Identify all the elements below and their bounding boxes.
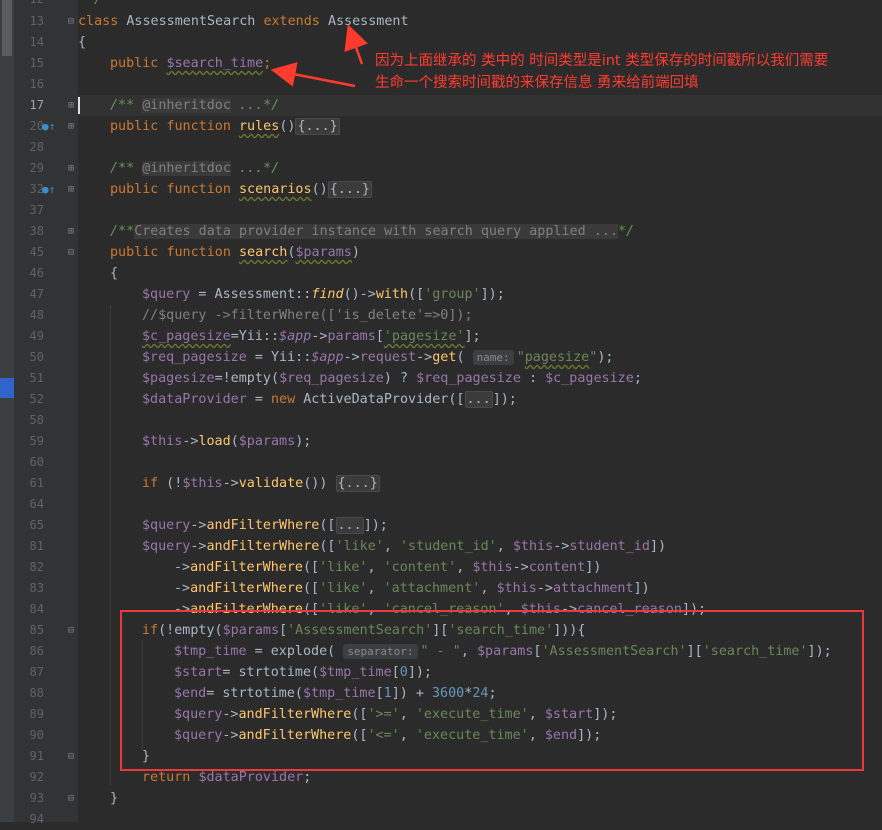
annotation-line-2: 生命一个搜索时间戳的来保存信息 勇来给前端回填 (375, 75, 699, 91)
annotation-arrows (270, 24, 368, 88)
annotation-line-1: 因为上面继承的 类中的 时间类型是int 类型保存的时间戳所以我们需要 (375, 53, 829, 69)
code-editor[interactable]: 1213141516172028293237384546474849505152… (0, 0, 882, 826)
annotation-note: 因为上面继承的 类中的 时间类型是int 类型保存的时间戳所以我们需要 生命一个… (375, 50, 880, 94)
arrow-to-search-time (270, 62, 356, 88)
arrow-to-parent-class (344, 24, 368, 65)
